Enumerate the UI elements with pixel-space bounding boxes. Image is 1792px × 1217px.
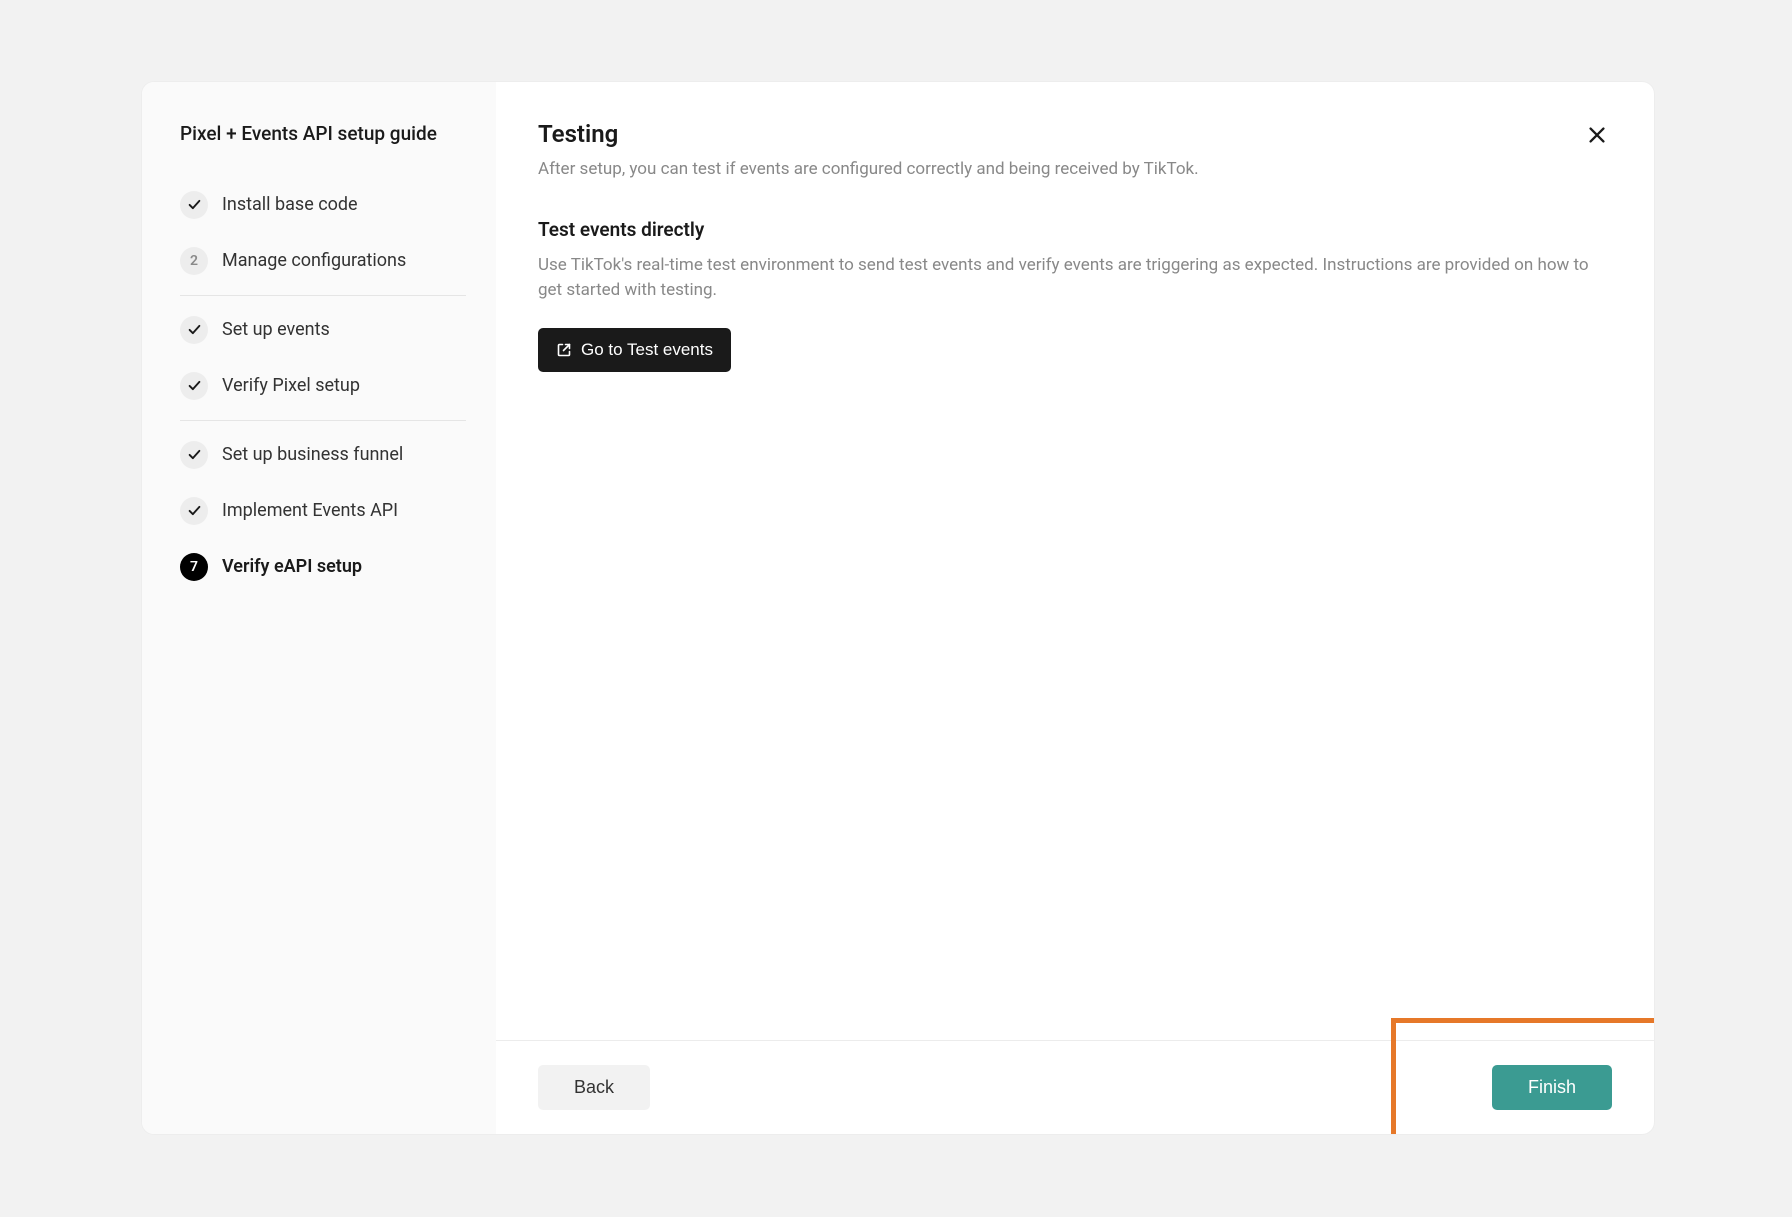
button-label: Go to Test events (581, 340, 713, 360)
close-button[interactable] (1582, 120, 1612, 153)
sidebar-step-install-base-code[interactable]: Install base code (180, 177, 466, 233)
check-icon (180, 372, 208, 400)
section-title: Test events directly (538, 218, 1612, 241)
header-row: Testing After setup, you can test if eve… (538, 120, 1612, 218)
back-button[interactable]: Back (538, 1065, 650, 1110)
sidebar-step-set-up-events[interactable]: Set up events (180, 302, 466, 358)
setup-modal: Pixel + Events API setup guide Install b… (142, 82, 1654, 1134)
step-label: Implement Events API (222, 500, 398, 521)
check-icon (180, 316, 208, 344)
sidebar-step-implement-events-api[interactable]: Implement Events API (180, 483, 466, 539)
step-list: Install base code 2 Manage configuration… (180, 177, 466, 595)
close-icon (1586, 124, 1608, 146)
section-description: Use TikTok's real-time test environment … (538, 253, 1612, 304)
step-label: Install base code (222, 194, 358, 215)
sidebar-step-verify-pixel-setup[interactable]: Verify Pixel setup (180, 358, 466, 414)
divider (180, 420, 466, 421)
footer: Back Finish (496, 1040, 1654, 1134)
sidebar-title: Pixel + Events API setup guide (180, 120, 466, 149)
step-label: Verify Pixel setup (222, 375, 360, 396)
header-text: Testing After setup, you can test if eve… (538, 120, 1199, 218)
page-title: Testing (538, 120, 1199, 148)
go-to-test-events-button[interactable]: Go to Test events (538, 328, 731, 372)
sidebar-step-manage-configurations[interactable]: 2 Manage configurations (180, 233, 466, 289)
external-link-icon (556, 342, 572, 358)
check-icon (180, 441, 208, 469)
step-number-icon: 7 (180, 553, 208, 581)
step-label: Set up business funnel (222, 444, 403, 465)
step-label: Set up events (222, 319, 330, 340)
divider (180, 295, 466, 296)
step-label: Verify eAPI setup (222, 556, 362, 577)
sidebar-step-verify-eapi-setup[interactable]: 7 Verify eAPI setup (180, 539, 466, 595)
page-subtitle: After setup, you can test if events are … (538, 158, 1199, 182)
step-number-icon: 2 (180, 247, 208, 275)
finish-button[interactable]: Finish (1492, 1065, 1612, 1110)
sidebar: Pixel + Events API setup guide Install b… (142, 82, 496, 1134)
check-icon (180, 497, 208, 525)
sidebar-step-set-up-business-funnel[interactable]: Set up business funnel (180, 427, 466, 483)
main-content: Testing After setup, you can test if eve… (496, 82, 1654, 1040)
check-icon (180, 191, 208, 219)
step-label: Manage configurations (222, 250, 406, 271)
main-panel: Testing After setup, you can test if eve… (496, 82, 1654, 1134)
